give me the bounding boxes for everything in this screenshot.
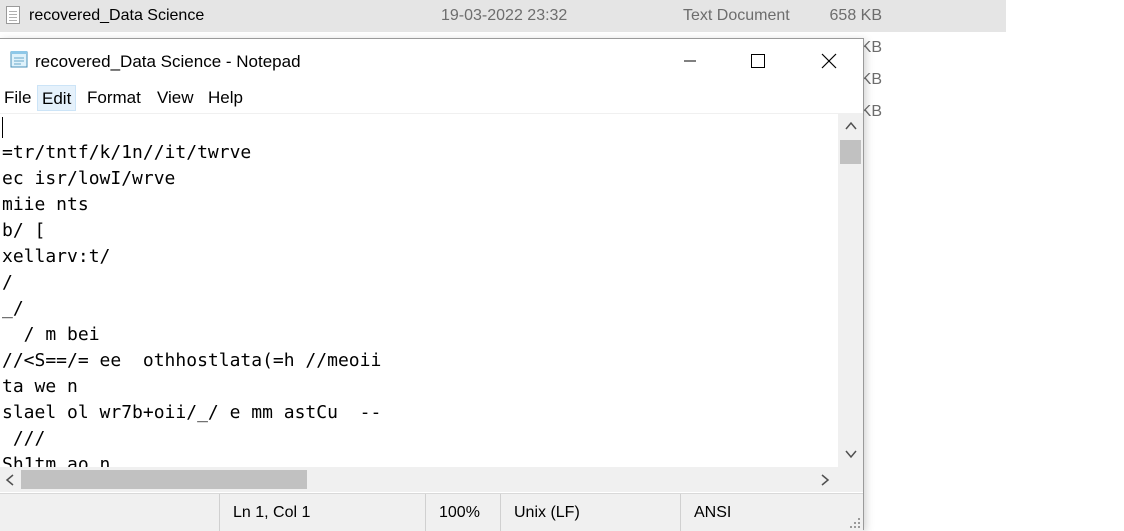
- text-line: xellarv:t/: [2, 246, 111, 267]
- maximize-icon: [751, 54, 765, 68]
- status-zoom: 100%: [425, 494, 500, 531]
- menu-bar: File Edit Format View Help: [0, 83, 863, 111]
- file-size: 658 KB: [829, 7, 882, 24]
- file-name: recovered_Data Science: [29, 7, 205, 24]
- text-line: slael ol wr7b+oii/_/ e mm astCu --: [2, 402, 382, 423]
- minimize-icon: [684, 60, 696, 62]
- scrollbar-corner: [838, 467, 863, 492]
- menu-file[interactable]: File: [0, 85, 35, 111]
- text-line: ta we n: [2, 376, 78, 397]
- resize-grip-icon[interactable]: [849, 517, 861, 529]
- text-line: _/: [2, 298, 24, 319]
- text-editor-area[interactable]: =tr/tntf/k/1n//it/twrve ec isr/lowI/wrve…: [0, 113, 838, 468]
- status-line-endings: Unix (LF): [500, 494, 680, 531]
- title-bar[interactable]: recovered_Data Science - Notepad: [0, 39, 863, 83]
- text-line: ec isr/lowI/wrve: [2, 168, 176, 189]
- text-line: b/ [: [2, 220, 46, 241]
- close-icon: [821, 53, 837, 69]
- notepad-app-icon: [10, 51, 28, 68]
- file-row[interactable]: recovered_Data Science 19-03-2022 23:32 …: [0, 0, 1006, 32]
- window-title: recovered_Data Science - Notepad: [35, 52, 301, 71]
- text-line: =tr/tntf/k/1n//it/twrve: [2, 142, 252, 163]
- maximize-button[interactable]: [723, 39, 793, 83]
- menu-format[interactable]: Format: [83, 85, 145, 111]
- scroll-down-arrow-icon[interactable]: [844, 447, 858, 461]
- text-line: ///: [2, 428, 46, 449]
- scroll-up-arrow-icon[interactable]: [844, 119, 858, 133]
- vertical-scroll-thumb[interactable]: [840, 140, 861, 164]
- text-line: Sh1tm ao n: [2, 454, 111, 468]
- text-document-icon: [6, 6, 20, 24]
- notepad-window: recovered_Data Science - Notepad File Ed…: [0, 38, 864, 531]
- text-line: miie nts: [2, 194, 89, 215]
- scroll-right-arrow-icon[interactable]: [818, 473, 832, 487]
- menu-edit[interactable]: Edit: [37, 85, 77, 111]
- menu-view[interactable]: View: [153, 85, 198, 111]
- close-button[interactable]: [794, 39, 864, 83]
- minimize-button[interactable]: [655, 39, 725, 83]
- text-line: / m bei: [2, 324, 100, 345]
- text-caret: [2, 117, 3, 138]
- file-type: Text Document: [683, 7, 790, 24]
- text-line: /: [2, 272, 13, 293]
- horizontal-scrollbar[interactable]: [0, 467, 838, 492]
- status-encoding: ANSI: [680, 494, 863, 531]
- file-date: 19-03-2022 23:32: [441, 7, 568, 24]
- status-cursor-position: Ln 1, Col 1: [219, 494, 425, 531]
- menu-help[interactable]: Help: [204, 85, 247, 111]
- vertical-scrollbar[interactable]: [838, 113, 863, 467]
- text-line: //<S==/= ee othhostlata(=h //meoii: [2, 350, 382, 371]
- status-bar: Ln 1, Col 1 100% Unix (LF) ANSI: [0, 493, 863, 531]
- horizontal-scroll-thumb[interactable]: [21, 470, 307, 489]
- scroll-left-arrow-icon[interactable]: [3, 473, 17, 487]
